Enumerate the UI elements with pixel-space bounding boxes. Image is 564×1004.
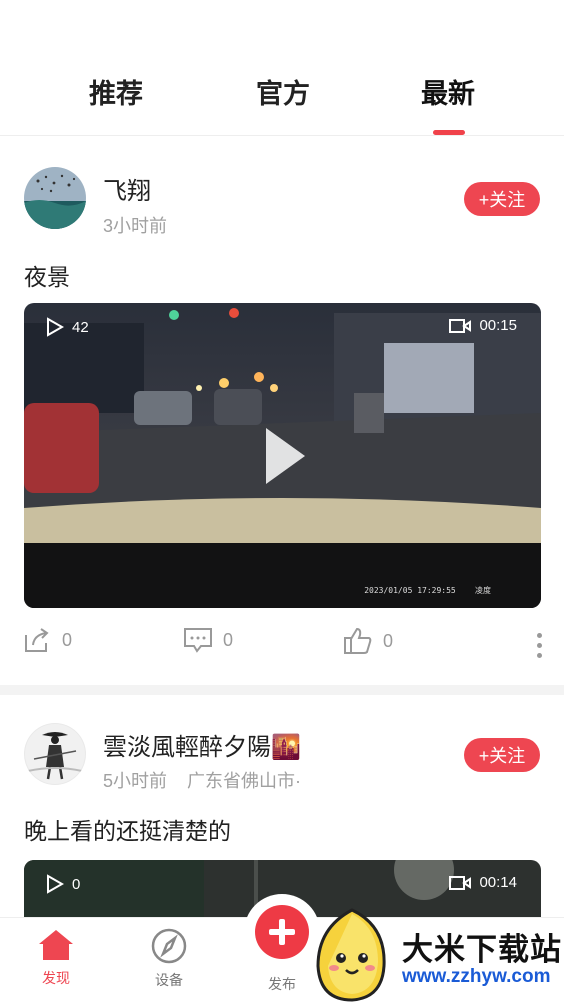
like-button[interactable]: 0 bbox=[343, 627, 393, 655]
post-actions: 0 0 0 bbox=[0, 627, 564, 667]
post-caption: 晚上看的还挺清楚的 bbox=[24, 818, 231, 844]
compass-icon bbox=[151, 928, 187, 964]
video-thumbnail[interactable]: 42 00:15 2023/01/05 17:29:55 凌度 bbox=[24, 303, 541, 608]
post-divider bbox=[0, 685, 564, 695]
follow-button[interactable]: +关注 bbox=[464, 182, 540, 216]
user-name[interactable]: 雲淡風輕醉夕陽🌇 bbox=[103, 727, 301, 762]
share-count: 0 bbox=[62, 629, 73, 650]
more-options-icon[interactable] bbox=[537, 633, 542, 658]
duration-badge: 00:15 bbox=[449, 317, 517, 334]
user-name[interactable]: 飞翔 bbox=[103, 171, 151, 206]
view-count: 42 bbox=[72, 318, 89, 336]
share-icon bbox=[25, 628, 49, 652]
nav-publish-label: 发布 bbox=[268, 976, 296, 992]
video-camera-icon bbox=[449, 318, 472, 333]
view-count-badge: 42 bbox=[46, 317, 89, 337]
home-icon bbox=[39, 930, 73, 960]
video-timestamp: 2023/01/05 17:29:55 凌度 bbox=[364, 586, 491, 595]
tab-official[interactable]: 官方 bbox=[256, 72, 310, 111]
tab-latest[interactable]: 最新 bbox=[421, 72, 475, 111]
follow-button[interactable]: +关注 bbox=[464, 738, 540, 772]
comment-button[interactable]: 0 bbox=[183, 627, 233, 653]
watermark-url: www.zzhyw.com bbox=[402, 966, 551, 987]
post-time: 5小时前 bbox=[103, 771, 168, 791]
share-button[interactable]: 0 bbox=[24, 627, 72, 653]
mascot-logo bbox=[316, 908, 386, 1002]
post-card: 飞翔 3小时前 +关注 夜景 42 00:15 2023/01/05 17:29… bbox=[0, 137, 564, 685]
watermark: 大米下载站 www.zzhyw.com bbox=[306, 906, 564, 1004]
post-location: 广东省佛山市· bbox=[187, 771, 302, 791]
view-count-badge: 0 bbox=[46, 874, 80, 894]
post-meta: 5小时前 广东省佛山市· bbox=[103, 767, 301, 793]
view-count: 0 bbox=[72, 875, 81, 893]
duration-badge: 00:14 bbox=[449, 874, 517, 891]
avatar[interactable] bbox=[24, 723, 86, 785]
post-time: 3小时前 bbox=[103, 216, 168, 236]
nav-discover-label: 发现 bbox=[42, 970, 70, 986]
video-duration: 00:14 bbox=[479, 874, 517, 891]
comment-icon bbox=[184, 628, 212, 653]
comment-count: 0 bbox=[223, 629, 234, 650]
like-count: 0 bbox=[383, 630, 394, 651]
thumbs-up-icon bbox=[344, 627, 372, 654]
active-tab-indicator bbox=[433, 130, 465, 135]
post-card: 雲淡風輕醉夕陽🌇 5小时前 广东省佛山市· +关注 晚上看的还挺清楚的 0 00… bbox=[0, 695, 564, 917]
tab-recommend[interactable]: 推荐 bbox=[89, 72, 143, 111]
play-count-icon bbox=[47, 317, 64, 337]
nav-devices[interactable]: 设备 bbox=[129, 928, 209, 990]
plus-icon bbox=[255, 905, 309, 959]
watermark-title: 大米下载站 bbox=[402, 932, 562, 967]
nav-devices-label: 设备 bbox=[155, 972, 183, 988]
play-count-icon bbox=[47, 874, 64, 894]
nav-discover[interactable]: 发现 bbox=[16, 928, 96, 988]
avatar[interactable] bbox=[24, 167, 86, 229]
video-duration: 00:15 bbox=[479, 317, 517, 334]
post-feed[interactable]: 飞翔 3小时前 +关注 夜景 42 00:15 2023/01/05 17:29… bbox=[0, 137, 564, 917]
post-caption: 夜景 bbox=[24, 264, 70, 290]
video-camera-icon bbox=[449, 875, 472, 890]
top-tab-bar: 推荐 官方 最新 bbox=[0, 0, 564, 136]
